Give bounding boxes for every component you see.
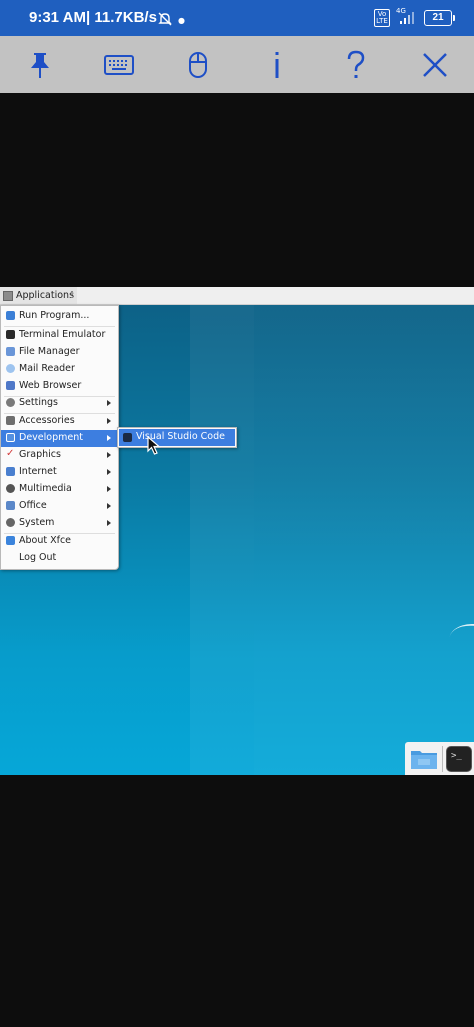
wallpaper-band — [254, 305, 474, 775]
menu-item-internet[interactable]: Internet — [1, 464, 118, 481]
volte-badge: Vo LTE — [374, 9, 390, 27]
menu-item-about-xfce[interactable]: About Xfce — [1, 533, 118, 550]
help-icon — [346, 50, 366, 80]
submenu-arrow-icon — [107, 520, 111, 526]
muted-bell-icon — [158, 11, 172, 30]
mouse-icon — [188, 51, 208, 79]
run-program-icon — [6, 311, 15, 320]
wallpaper-band — [190, 305, 254, 775]
mouse-pointer-icon — [147, 435, 161, 460]
menu-item-accessories[interactable]: Accessories — [1, 413, 118, 430]
signal-icon: 4G — [396, 7, 418, 25]
status-bar: 9:31 AM | 11.7KB/s ● Vo LTE 4G 21 — [0, 0, 474, 36]
keyboard-button[interactable] — [99, 45, 139, 85]
help-button[interactable] — [336, 45, 376, 85]
menu-item-log-out[interactable]: Log Out — [1, 550, 118, 567]
about-icon — [6, 536, 15, 545]
panel-handle[interactable] — [71, 291, 73, 300]
submenu-item-visual-studio-code[interactable]: Visual Studio Code — [119, 429, 235, 446]
accessories-icon — [6, 416, 15, 425]
applications-menu: Run Program... Terminal Emulator File Ma… — [0, 305, 119, 570]
applications-menu-button[interactable]: Applications — [0, 287, 78, 304]
menu-item-multimedia[interactable]: Multimedia — [1, 481, 118, 498]
status-network-speed: | 11.7KB/s — [86, 9, 157, 26]
mail-icon — [6, 364, 15, 373]
terminal-glyph: >_ — [451, 751, 462, 761]
applications-icon — [3, 290, 13, 301]
settings-icon — [6, 398, 15, 407]
development-icon — [6, 433, 15, 442]
dock-divider — [442, 746, 443, 772]
submenu-arrow-icon — [107, 503, 111, 509]
multimedia-icon — [6, 484, 15, 493]
office-icon — [6, 501, 15, 510]
keyboard-icon — [103, 54, 134, 76]
submenu-arrow-icon — [107, 469, 111, 475]
terminal-icon — [6, 330, 15, 339]
menu-item-file-manager[interactable]: File Manager — [1, 344, 118, 361]
close-button[interactable] — [415, 45, 455, 85]
menu-item-mail-reader[interactable]: Mail Reader — [1, 361, 118, 378]
file-manager-icon — [6, 347, 15, 356]
menu-item-development[interactable]: Development — [1, 430, 118, 447]
submenu-arrow-icon — [107, 486, 111, 492]
top-panel: Applications — [0, 287, 474, 305]
menu-item-settings[interactable]: Settings — [1, 395, 118, 412]
development-submenu: Visual Studio Code — [117, 427, 237, 448]
remote-desktop[interactable]: Applications Run Program... Terminal Emu… — [0, 287, 474, 775]
submenu-arrow-icon — [107, 435, 111, 441]
vscode-icon — [123, 433, 132, 442]
submenu-arrow-icon — [107, 400, 111, 406]
menu-item-graphics[interactable]: ✓ Graphics — [1, 447, 118, 464]
status-time: 9:31 AM — [29, 9, 86, 26]
menu-item-run-program[interactable]: Run Program... — [1, 308, 118, 325]
menu-item-system[interactable]: System — [1, 515, 118, 532]
menu-item-web-browser[interactable]: Web Browser — [1, 378, 118, 395]
submenu-arrow-icon — [107, 418, 111, 424]
system-icon — [6, 518, 15, 527]
applications-label: Applications — [16, 290, 75, 301]
info-button[interactable] — [257, 45, 297, 85]
folder-icon[interactable] — [410, 748, 438, 770]
close-icon — [422, 52, 448, 78]
globe-icon — [6, 381, 15, 390]
overflow-dots-icon: ● — [178, 16, 185, 25]
internet-icon — [6, 467, 15, 476]
pin-button[interactable] — [20, 45, 60, 85]
mouse-button[interactable] — [178, 45, 218, 85]
graphics-icon: ✓ — [6, 448, 15, 459]
info-icon — [272, 50, 282, 80]
menu-item-terminal-emulator[interactable]: Terminal Emulator — [1, 327, 118, 344]
vnc-toolbar — [0, 36, 474, 93]
pin-icon — [28, 51, 52, 79]
submenu-arrow-icon — [107, 452, 111, 458]
menu-item-office[interactable]: Office — [1, 498, 118, 515]
terminal-icon[interactable]: >_ — [446, 746, 472, 772]
battery-indicator: 21 — [424, 10, 455, 26]
dock: >_ — [405, 742, 474, 775]
